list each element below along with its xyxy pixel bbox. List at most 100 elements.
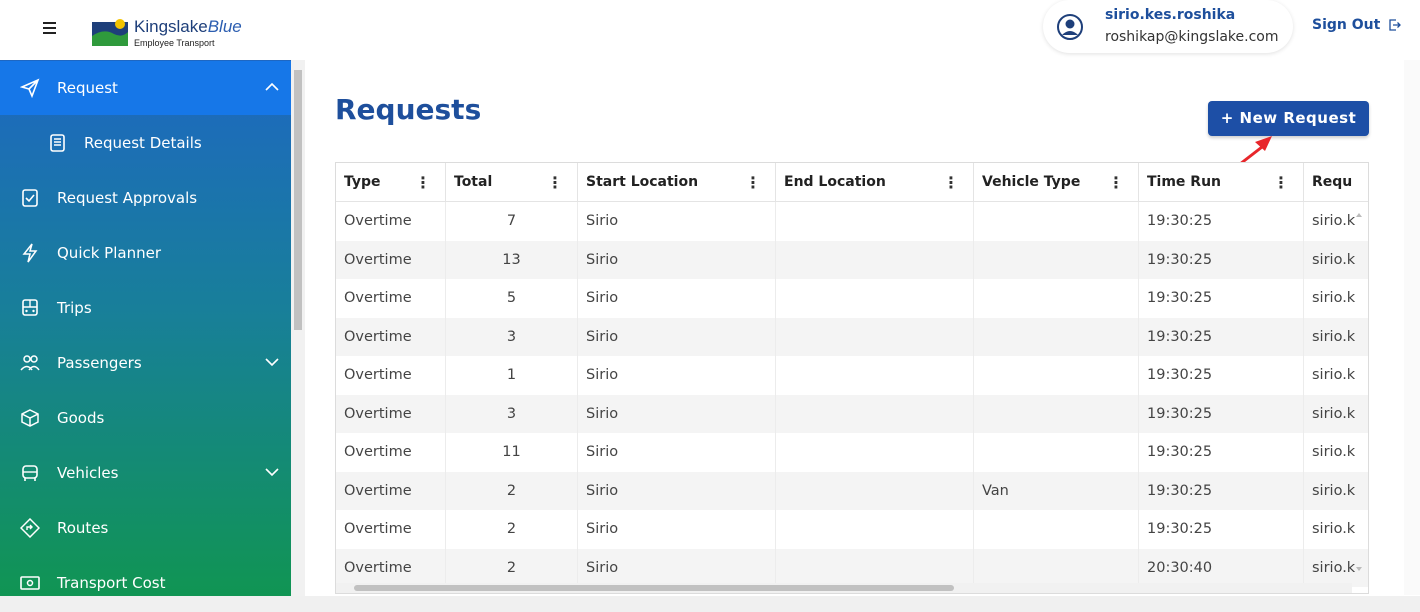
document-list-icon (50, 134, 65, 152)
cell-end-location (776, 471, 974, 510)
column-header-time-run[interactable]: Time Run ⋮ (1139, 163, 1304, 202)
cell-start-location: Sirio (578, 356, 776, 395)
sidebar-scrollbar[interactable] (291, 60, 305, 612)
bus-front-icon (22, 299, 38, 316)
cell-time-run: 19:30:25 (1139, 356, 1304, 395)
user-profile[interactable]: sirio.kes.roshika roshikap@kingslake.com (1043, 0, 1293, 53)
table-vertical-scrollbar[interactable] (1352, 202, 1366, 582)
column-header-end-location[interactable]: End Location ⋮ (776, 163, 974, 202)
cell-time-run: 19:30:25 (1139, 240, 1304, 279)
sidebar-scrollbar-thumb[interactable] (294, 70, 302, 330)
logo-mark-icon (92, 19, 128, 46)
cell-type: Overtime (336, 317, 446, 356)
cell-time-run: 19:30:25 (1139, 433, 1304, 472)
sidebar-item-passengers[interactable]: Passengers (0, 336, 291, 390)
sidebar-item-request[interactable]: Request (0, 61, 291, 115)
table-row[interactable]: Overtime 5 Sirio 19:30:25 sirio.k (336, 279, 1368, 318)
page-title: Requests (335, 93, 482, 126)
cell-start-location: Sirio (578, 202, 776, 241)
new-request-button[interactable]: + New Request (1208, 101, 1369, 136)
top-header: KingslakeBlue Employee Transport sirio.k… (0, 0, 1420, 60)
table-row[interactable]: Overtime 11 Sirio 19:30:25 sirio.k (336, 433, 1368, 472)
cell-type: Overtime (336, 471, 446, 510)
table-row[interactable]: Overtime 2 Sirio 19:30:25 sirio.k (336, 510, 1368, 549)
table-row[interactable]: Overtime 13 Sirio 19:30:25 sirio.k (336, 240, 1368, 279)
brand-name: KingslakeBlue (134, 17, 242, 37)
column-header-label: End Location (784, 174, 886, 190)
cell-start-location: Sirio (578, 548, 776, 587)
page-scrollbar[interactable] (1404, 60, 1420, 595)
table-horizontal-scrollbar[interactable] (336, 583, 1352, 593)
column-header-start-location[interactable]: Start Location ⋮ (578, 163, 776, 202)
column-header-vehicle-type[interactable]: Vehicle Type ⋮ (974, 163, 1139, 202)
cell-end-location (776, 279, 974, 318)
column-header-type[interactable]: Type ⋮ (336, 163, 446, 202)
cell-vehicle-type (974, 433, 1139, 472)
sidebar-item-label: Request Details (84, 134, 202, 152)
check-square-icon (22, 189, 38, 207)
lightning-icon (22, 243, 38, 263)
table-horizontal-scrollbar-thumb[interactable] (354, 585, 954, 591)
user-name: sirio.kes.roshika (1105, 7, 1236, 23)
column-menu-icon[interactable]: ⋮ (547, 163, 563, 202)
cell-type: Overtime (336, 279, 446, 318)
sidebar-item-request-details[interactable]: Request Details (0, 116, 291, 170)
column-menu-icon[interactable]: ⋮ (745, 163, 761, 202)
sidebar-item-routes[interactable]: Routes (0, 501, 291, 555)
sidebar-item-quick-planner[interactable]: Quick Planner (0, 226, 291, 280)
paper-plane-icon (20, 78, 40, 98)
sidebar-item-trips[interactable]: Trips (0, 281, 291, 335)
cell-time-run: 19:30:25 (1139, 317, 1304, 356)
sidebar-item-vehicles[interactable]: Vehicles (0, 446, 291, 500)
column-header-total[interactable]: Total ⋮ (446, 163, 578, 202)
column-menu-icon[interactable]: ⋮ (1273, 163, 1289, 202)
cell-type: Overtime (336, 240, 446, 279)
chevron-down-icon (265, 468, 279, 477)
cell-time-run: 19:30:25 (1139, 510, 1304, 549)
table-row[interactable]: Overtime 3 Sirio 19:30:25 sirio.k (336, 394, 1368, 433)
cell-vehicle-type (974, 279, 1139, 318)
cell-total: 2 (446, 471, 578, 510)
money-icon (20, 576, 40, 590)
brand-logo[interactable]: KingslakeBlue Employee Transport (92, 12, 262, 52)
column-menu-icon[interactable]: ⋮ (943, 163, 959, 202)
cell-total: 3 (446, 394, 578, 433)
cell-time-run: 20:30:40 (1139, 548, 1304, 587)
sidebar-item-goods[interactable]: Goods (0, 391, 291, 445)
hamburger-menu-icon[interactable] (43, 22, 56, 34)
sidebar-item-label: Trips (57, 299, 92, 317)
cell-total: 5 (446, 279, 578, 318)
table-row[interactable]: Overtime 7 Sirio 19:30:25 sirio.k (336, 202, 1368, 241)
requests-table: Type ⋮ Total ⋮ Start Location ⋮ End Locatio… (335, 162, 1369, 594)
table-row[interactable]: Overtime 1 Sirio 19:30:25 sirio.k (336, 356, 1368, 395)
brand-name-part1: Kingslake (134, 17, 208, 36)
cell-end-location (776, 394, 974, 433)
column-header-label: Type (344, 174, 381, 190)
cell-start-location: Sirio (578, 394, 776, 433)
cell-vehicle-type (974, 356, 1139, 395)
table-row[interactable]: Overtime 2 Sirio Van 19:30:25 sirio.k (336, 471, 1368, 510)
sign-out-label: Sign Out (1312, 17, 1381, 33)
chevron-down-icon (265, 358, 279, 367)
cell-type: Overtime (336, 394, 446, 433)
cell-time-run: 19:30:25 (1139, 471, 1304, 510)
cell-vehicle-type (974, 394, 1139, 433)
column-menu-icon[interactable]: ⋮ (1108, 163, 1124, 202)
cell-end-location (776, 548, 974, 587)
box-icon (21, 409, 39, 427)
cell-total: 11 (446, 433, 578, 472)
sidebar-item-request-approvals[interactable]: Request Approvals (0, 171, 291, 225)
cell-vehicle-type (974, 510, 1139, 549)
cell-type: Overtime (336, 202, 446, 241)
cell-type: Overtime (336, 433, 446, 472)
cell-total: 13 (446, 240, 578, 279)
table-row[interactable]: Overtime 3 Sirio 19:30:25 sirio.k (336, 317, 1368, 356)
column-menu-icon[interactable]: ⋮ (415, 163, 431, 202)
cell-start-location: Sirio (578, 433, 776, 472)
cell-vehicle-type: Van (974, 471, 1139, 510)
table-row[interactable]: Overtime 2 Sirio 20:30:40 sirio.k (336, 548, 1368, 587)
chevron-up-icon (265, 82, 279, 91)
sign-out-button[interactable]: Sign Out (1312, 17, 1402, 33)
column-header-requester[interactable]: Requ (1304, 163, 1368, 202)
cell-vehicle-type (974, 202, 1139, 241)
